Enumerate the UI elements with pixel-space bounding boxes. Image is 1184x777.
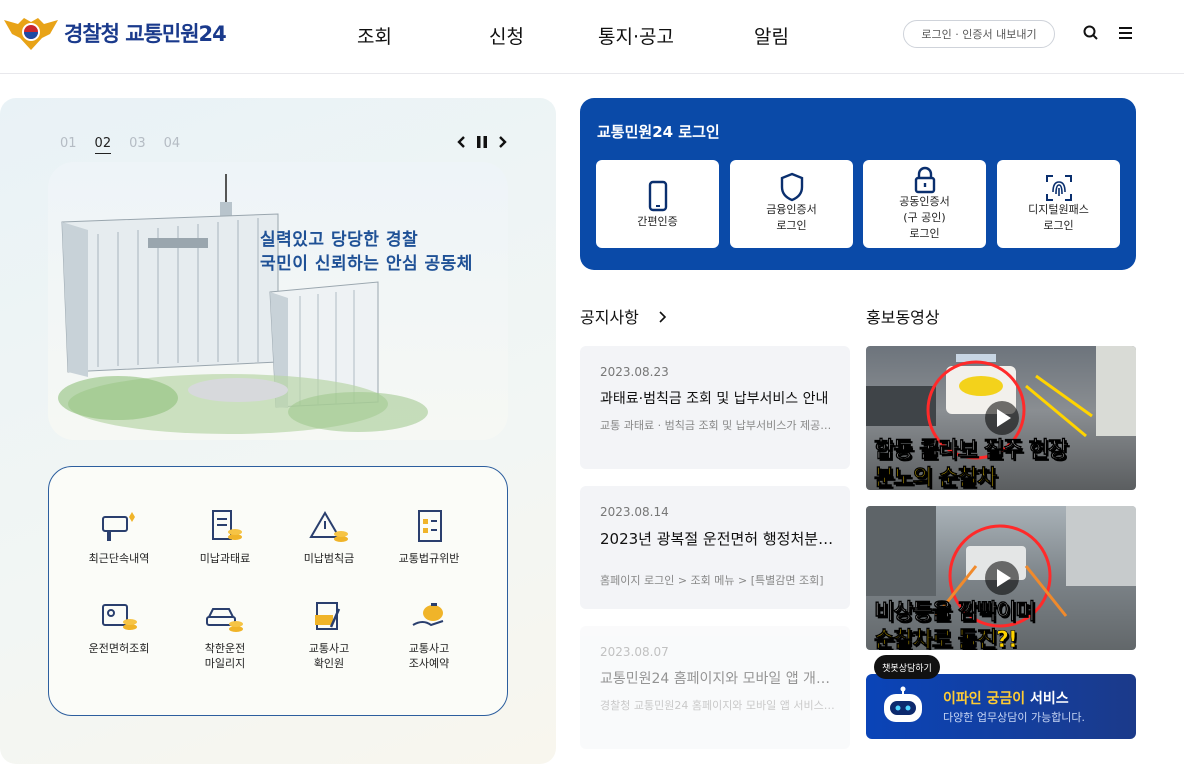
login-card-label: 간편인증 — [637, 215, 678, 228]
quick-menu: 최근단속내역 미납과태료 미납범칙금 교통법규위반 운전면허조회 착한운전 마일… — [48, 466, 508, 716]
login-card-label: 공동인증서 (구 공인) 로그인 — [899, 195, 950, 240]
lock-icon — [914, 166, 935, 194]
login-card-label: 금융인증서 로그인 — [766, 203, 817, 232]
camera-icon — [102, 512, 135, 541]
hand-piggy-icon — [412, 603, 444, 627]
login-panel: 교통민원24 로그인 간편인증 금융인증서 로그인 공동인증서 (구 공인) 로… — [580, 98, 1136, 270]
quick-label: 교통법규위반 — [398, 552, 460, 565]
receipt-coin-icon — [212, 510, 242, 540]
video-section-title: 홍보동영상 — [866, 308, 940, 327]
notice-title: 교통민원24 홈페이지와 모바일 앱 개편 안내 — [600, 671, 835, 687]
banner-slogan-line-2: 국민이 신뢰하는 안심 공동체 — [260, 254, 473, 274]
notice-body: 교통 과태료 · 범칙금 조회 및 납부서비스가 제공됩니다 — [600, 419, 835, 432]
warning-coin-icon — [309, 511, 348, 542]
nav-alarm[interactable]: 알림 — [754, 22, 789, 49]
slide-number-1[interactable]: 01 — [60, 136, 77, 154]
notice-item-3[interactable]: 2023.08.07 교통민원24 홈페이지와 모바일 앱 개편 안내 경찰청 … — [580, 626, 850, 749]
nav-apply[interactable]: 신청 — [489, 22, 524, 49]
nav-inquiry[interactable]: 조회 — [357, 22, 392, 49]
robot-icon — [884, 686, 922, 722]
video-caption-2: 순찰차로 돌진?! — [874, 628, 1019, 650]
quick-label: 교통사고 조사예약 — [408, 642, 450, 670]
car-coin-icon — [206, 608, 243, 632]
police-emblem-icon — [4, 18, 58, 50]
login-card-label: 디지털원패스 로그인 — [1028, 203, 1089, 232]
notice-title: 과태료·범칙금 조회 및 납부서비스 안내 — [600, 391, 829, 407]
search-icon[interactable] — [1082, 24, 1100, 42]
nav-notice-announce[interactable]: 통지·공고 — [598, 22, 674, 49]
banner-slogan-line-1: 실력있고 당당한 경찰 — [260, 230, 419, 250]
video-caption-2: 분노의 순찰차 — [874, 466, 998, 490]
slide-number-3[interactable]: 03 — [129, 136, 146, 154]
chevron-right-icon — [659, 311, 667, 323]
notice-item-1[interactable]: 2023.08.23 과태료·범칙금 조회 및 납부서비스 안내 교통 과태료 … — [580, 346, 850, 469]
shield-icon — [780, 172, 803, 202]
notice-title-text: 공지사항 — [580, 308, 639, 327]
slide-number-2[interactable]: 02 — [94, 136, 112, 154]
notice-body: 경찰청 교통민원24 홈페이지와 모바일 앱 서비스 개편 — [600, 699, 835, 712]
notice-section-title[interactable]: 공지사항 — [580, 304, 668, 328]
quick-label: 미납과태료 — [199, 552, 251, 565]
quick-label: 교통사고 확인원 — [308, 642, 350, 670]
chatbot-service-word: 서비스 — [1030, 691, 1069, 707]
login-title: 교통민원24 로그인 — [597, 123, 720, 141]
notice-date: 2023.08.23 — [600, 365, 669, 379]
police-building-illustration — [58, 174, 428, 434]
financial-cert-login-button[interactable]: 금융인증서 로그인 — [730, 160, 853, 248]
quick-license-inquiry[interactable]: 운전면허조회 — [69, 599, 169, 656]
id-card-coin-icon — [102, 604, 137, 630]
simple-auth-button[interactable]: 간편인증 — [596, 160, 719, 248]
brand-name: 경찰청 교통민원24 — [64, 22, 227, 46]
chatbot-banner[interactable]: 이파인 궁금이 서비스 다양한 업무상담이 가능합니다. — [866, 674, 1136, 739]
notice-item-2[interactable]: 2023.08.14 2023년 광복절 운전면허 행정처분 특별감면 안내 홈… — [580, 486, 850, 609]
banner-slogan: 실력있고 당당한 경찰 국민이 신뢰하는 안심 공동체 — [260, 228, 473, 276]
notice-body: 홈페이지 로그인 > 조회 메뉴 > [특별감면 조회] — [600, 574, 824, 587]
chevron-left-icon[interactable] — [456, 135, 466, 149]
notice-date: 2023.08.07 — [600, 645, 669, 659]
pause-icon[interactable] — [476, 135, 488, 149]
banner-slide[interactable]: 실력있고 당당한 경찰 국민이 신뢰하는 안심 공동체 — [48, 162, 508, 440]
menu-icon[interactable] — [1117, 24, 1135, 42]
quick-unpaid-penalty[interactable]: 미납범칙금 — [279, 509, 379, 566]
slide-controls — [456, 135, 508, 149]
fingerprint-icon — [1045, 175, 1072, 201]
site-logo[interactable]: 경찰청 교통민원24 — [2, 14, 227, 52]
chatbot-title: 이파인 궁금이 서비스 — [943, 688, 1069, 708]
document-pen-icon — [315, 602, 341, 630]
chevron-right-icon[interactable] — [498, 135, 508, 149]
quick-good-driving-mileage[interactable]: 착한운전 마일리지 — [175, 599, 275, 671]
chatbot-consult-bubble[interactable]: 챗봇상담하기 — [874, 655, 940, 679]
login-cert-export-button[interactable]: 로그인 · 인증서 내보내기 — [903, 20, 1055, 48]
chatbot-subtitle: 다양한 업무상담이 가능합니다. — [943, 711, 1086, 724]
video-thumbnail-2[interactable]: 비상등을 깜빡이며 순찰차로 돌진?! — [866, 506, 1136, 650]
digital-onepass-login-button[interactable]: 디지털원패스 로그인 — [997, 160, 1120, 248]
notice-date: 2023.08.14 — [600, 505, 669, 519]
site-header: 경찰청 교통민원24 조회 신청 통지·공고 알림 로그인 · 인증서 내보내기 — [0, 0, 1184, 74]
quick-label: 미납범칙금 — [303, 552, 355, 565]
quick-label: 착한운전 마일리지 — [204, 642, 246, 670]
notice-title: 2023년 광복절 운전면허 행정처분 특별감면 안내 — [600, 530, 835, 548]
quick-label: 최근단속내역 — [88, 552, 150, 565]
phone-icon — [648, 180, 667, 212]
video-thumbnail-1[interactable]: 합동 콜라보 질주 현장 분노의 순찰차 — [866, 346, 1136, 490]
quick-accident-certificate[interactable]: 교통사고 확인원 — [279, 599, 379, 671]
quick-label: 운전면허조회 — [88, 642, 150, 655]
joint-cert-login-button[interactable]: 공동인증서 (구 공인) 로그인 — [863, 160, 986, 248]
quick-unpaid-fine[interactable]: 미납과태료 — [175, 509, 275, 566]
quick-recent-enforcement[interactable]: 최근단속내역 — [69, 509, 169, 566]
chatbot-name: 이파인 궁금이 — [943, 691, 1026, 707]
quick-traffic-violation[interactable]: 교통법규위반 — [379, 509, 479, 566]
checklist-icon — [418, 510, 442, 542]
slide-number-4[interactable]: 04 — [164, 136, 181, 154]
slide-pagination: 01 02 03 04 — [60, 136, 180, 154]
quick-accident-investigation-reservation[interactable]: 교통사고 조사예약 — [379, 599, 479, 671]
